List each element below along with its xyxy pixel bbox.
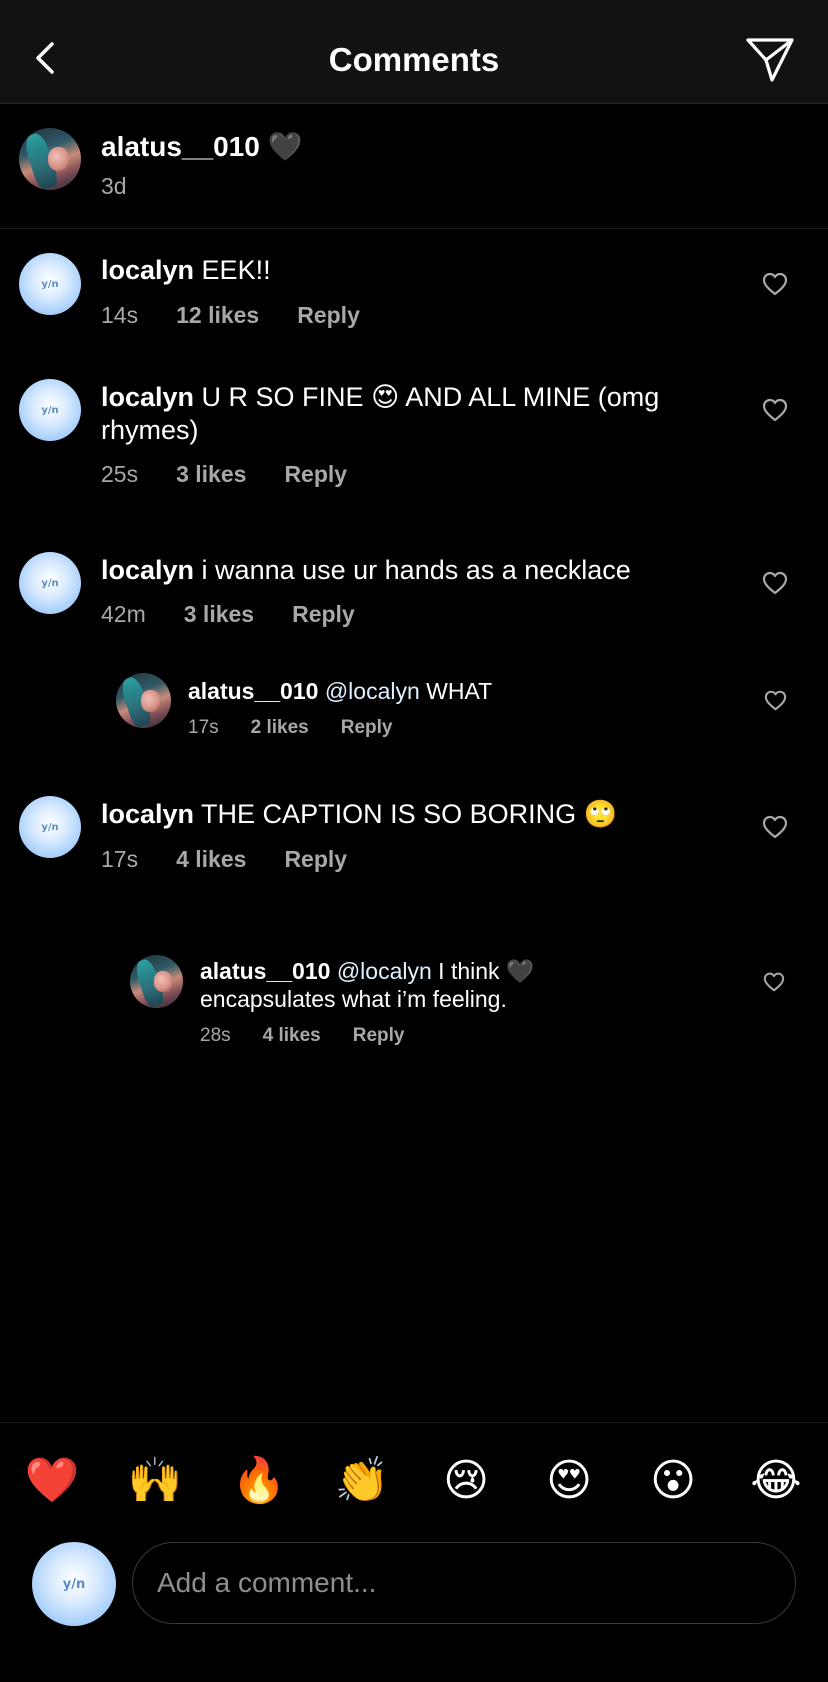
reply-button[interactable]: Reply <box>284 845 347 873</box>
comment-body: i wanna use ur hands as a necklace <box>194 555 631 585</box>
emoji-fire-button[interactable]: 🔥 <box>231 1453 287 1509</box>
comment-text: localyn U R SO FINE 😍 AND ALL MINE (omg … <box>101 381 661 447</box>
comment-body: WHAT <box>419 678 493 704</box>
like-count[interactable]: 3 likes <box>176 460 246 488</box>
avatar[interactable]: y/n <box>19 552 81 614</box>
reply-button[interactable]: Reply <box>292 600 355 628</box>
header-bar: Comments <box>0 0 828 104</box>
share-button[interactable] <box>744 34 796 86</box>
comment-meta: 17s 4 likes Reply <box>101 845 347 873</box>
chevron-left-icon <box>36 42 54 74</box>
like-count[interactable]: 2 likes <box>251 716 309 740</box>
comment-username[interactable]: alatus__010 <box>200 958 330 984</box>
mention-link[interactable]: @localyn <box>318 678 420 704</box>
like-count[interactable]: 12 likes <box>176 301 259 329</box>
caption-meta: 3d <box>101 172 127 200</box>
mention-link[interactable]: @localyn <box>330 958 432 984</box>
comment-text: localyn THE CAPTION IS SO BORING 🙄 <box>101 798 721 831</box>
heart-icon[interactable] <box>762 815 788 839</box>
avatar-label: y/n <box>62 1576 86 1592</box>
comment-text: localyn EEK!! <box>101 254 721 287</box>
comment-meta: 42m 3 likes Reply <box>101 600 355 628</box>
heart-icon[interactable] <box>762 398 788 422</box>
caption-username[interactable]: alatus__010 <box>101 131 260 162</box>
comment-meta: 25s 3 likes Reply <box>101 460 347 488</box>
emoji-reaction-bar: ❤️ 🙌 🔥 👏 😢 😍 😮 😂 <box>0 1422 828 1532</box>
avatar-label: y/n <box>41 577 59 589</box>
avatar[interactable]: y/n <box>19 796 81 858</box>
comment-meta: 14s 12 likes Reply <box>101 301 360 329</box>
comment-text: alatus__010 @localyn WHAT <box>188 677 728 705</box>
emoji-heart-eyes-button[interactable]: 😍 <box>541 1453 597 1509</box>
heart-icon[interactable] <box>762 571 788 595</box>
comment-time: 42m <box>101 601 146 627</box>
emoji-raised-hands-button[interactable]: 🙌 <box>127 1453 183 1509</box>
emoji-surprised-button[interactable]: 😮 <box>645 1453 701 1509</box>
paper-plane-icon <box>746 38 794 82</box>
comment-username[interactable]: localyn <box>101 555 194 585</box>
heart-icon[interactable] <box>763 972 785 992</box>
avatar-label: y/n <box>41 404 59 416</box>
like-count[interactable]: 4 likes <box>176 845 246 873</box>
emoji-laughing-button[interactable]: 😂 <box>748 1453 804 1509</box>
back-button[interactable] <box>28 36 62 80</box>
avatar[interactable] <box>116 673 171 728</box>
avatar[interactable] <box>19 128 81 190</box>
comment-time: 17s <box>188 717 219 738</box>
emoji-heart-button[interactable]: ❤️ <box>24 1453 80 1509</box>
comment-meta: 28s 4 likes Reply <box>200 1024 405 1048</box>
comment-text: localyn i wanna use ur hands as a neckla… <box>101 554 721 587</box>
comment-text: alatus__010 @localyn I think 🖤 encapsula… <box>200 957 600 1013</box>
like-count[interactable]: 4 likes <box>263 1024 321 1048</box>
comment-meta: 17s 2 likes Reply <box>188 716 393 740</box>
reply-button[interactable]: Reply <box>297 301 360 329</box>
avatar: y/n <box>32 1542 116 1626</box>
page-title: Comments <box>328 41 500 78</box>
comment-time: 14s <box>101 302 139 328</box>
avatar-label: y/n <box>41 278 59 290</box>
like-count[interactable]: 3 likes <box>184 600 254 628</box>
comment-username[interactable]: alatus__010 <box>188 678 318 704</box>
comment-input[interactable] <box>132 1542 796 1624</box>
comment-username[interactable]: localyn <box>101 255 194 285</box>
comment-time: 28s <box>200 1025 231 1046</box>
comment-body: EEK!! <box>194 255 271 285</box>
comment-username[interactable]: localyn <box>101 799 194 829</box>
caption-text: alatus__010 🖤 <box>101 130 701 163</box>
comment-time: 25s <box>101 461 139 487</box>
emoji-clap-button[interactable]: 👏 <box>334 1453 390 1509</box>
comment-body: THE CAPTION IS SO BORING 🙄 <box>194 799 618 829</box>
heart-icon[interactable] <box>764 690 787 711</box>
comment-time: 17s <box>101 846 139 872</box>
comment-username[interactable]: localyn <box>101 382 194 412</box>
caption-time: 3d <box>101 173 127 199</box>
emoji-crying-button[interactable]: 😢 <box>438 1453 494 1509</box>
avatar[interactable]: y/n <box>19 379 81 441</box>
avatar[interactable]: y/n <box>19 253 81 315</box>
caption-body: 🖤 <box>267 131 303 162</box>
avatar-label: y/n <box>41 821 59 833</box>
comment-composer: y/n <box>0 1532 828 1682</box>
reply-button[interactable]: Reply <box>341 716 393 740</box>
heart-icon[interactable] <box>762 272 788 296</box>
reply-button[interactable]: Reply <box>284 460 347 488</box>
reply-button[interactable]: Reply <box>353 1024 405 1048</box>
avatar[interactable] <box>130 955 183 1008</box>
post-caption: alatus__010 🖤 3d <box>0 104 828 229</box>
